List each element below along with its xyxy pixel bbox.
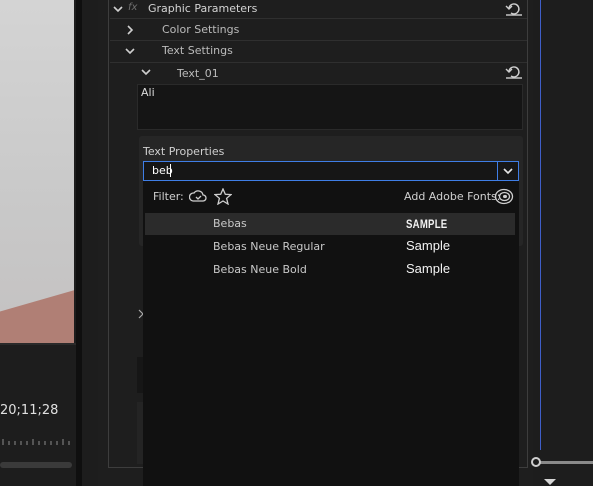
font-option-bebas-neue-bold[interactable]: Bebas Neue Bold Sample bbox=[145, 259, 515, 281]
zoom-scroll-bar[interactable] bbox=[0, 462, 72, 468]
reset-icon[interactable] bbox=[505, 65, 523, 79]
text-content-field[interactable] bbox=[137, 84, 523, 130]
row-separator bbox=[110, 40, 527, 41]
row-separator bbox=[110, 18, 527, 19]
text-properties-label: Text Properties bbox=[143, 145, 225, 158]
video-frame-edge bbox=[0, 343, 76, 345]
text-settings-label[interactable]: Text Settings bbox=[162, 44, 233, 57]
text-caret bbox=[170, 164, 171, 177]
time-ruler[interactable] bbox=[0, 433, 72, 445]
panel-border bbox=[108, 0, 109, 468]
chevron-down-icon[interactable] bbox=[125, 46, 135, 56]
star-filter-icon[interactable] bbox=[214, 188, 232, 205]
creative-cloud-icon[interactable] bbox=[494, 188, 514, 205]
chevron-down-icon[interactable] bbox=[141, 67, 151, 77]
font-option-bebas[interactable]: Bebas SAMPLE bbox=[145, 213, 515, 235]
color-settings-label[interactable]: Color Settings bbox=[162, 23, 239, 36]
font-option-sample: Sample bbox=[406, 261, 451, 276]
font-option-sample: Sample bbox=[406, 238, 451, 253]
panel-divider[interactable] bbox=[76, 0, 82, 486]
text-content-value: Ali bbox=[141, 86, 155, 99]
font-option-name: Bebas Neue Bold bbox=[213, 263, 307, 276]
reset-icon[interactable] bbox=[505, 2, 523, 16]
fx-badge[interactable]: fx bbox=[128, 2, 137, 13]
filter-label: Filter: bbox=[153, 190, 184, 203]
cloud-filter-icon[interactable] bbox=[189, 189, 207, 205]
timecode[interactable]: 20;11;28 bbox=[0, 403, 70, 418]
video-preview bbox=[0, 0, 74, 343]
text-layer-label: Text_01 bbox=[177, 67, 219, 80]
panel-border bbox=[527, 0, 528, 468]
chevron-down-icon bbox=[503, 168, 513, 175]
zoom-slider-handle[interactable] bbox=[531, 457, 541, 467]
font-search-input[interactable] bbox=[143, 161, 497, 181]
font-option-sample: SAMPLE bbox=[406, 217, 448, 231]
font-option-name: Bebas Neue Regular bbox=[213, 240, 325, 253]
zoom-slider-track[interactable] bbox=[538, 461, 593, 464]
chevron-right-icon[interactable] bbox=[125, 25, 135, 35]
font-dropdown-button[interactable] bbox=[497, 161, 519, 181]
playhead-marker-icon[interactable] bbox=[543, 478, 557, 486]
playhead-line[interactable] bbox=[540, 0, 541, 450]
video-wall bbox=[0, 0, 74, 330]
section-title: Graphic Parameters bbox=[148, 2, 258, 15]
font-option-name: Bebas bbox=[213, 217, 247, 230]
chevron-down-icon[interactable] bbox=[113, 4, 123, 14]
row-separator bbox=[110, 62, 527, 63]
font-option-bebas-neue-regular[interactable]: Bebas Neue Regular Sample bbox=[145, 236, 515, 258]
add-adobe-fonts-label: Add Adobe Fonts: bbox=[404, 190, 501, 203]
